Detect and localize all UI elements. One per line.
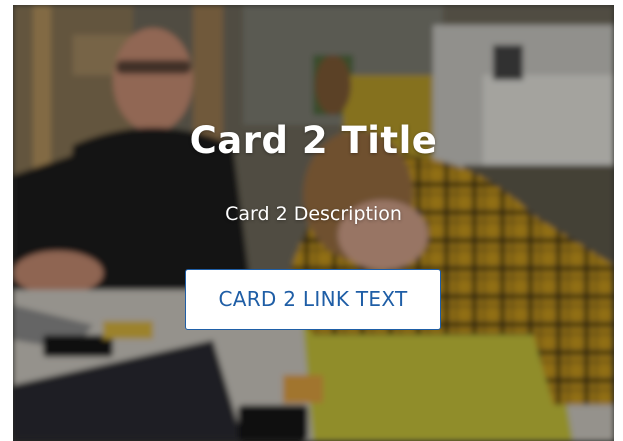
card-title: Card 2 Title [189, 119, 438, 162]
card-2: Card 2 Title Card 2 Description CARD 2 L… [13, 5, 614, 441]
card-description: Card 2 Description [225, 203, 402, 225]
card-content: Card 2 Title Card 2 Description CARD 2 L… [13, 5, 614, 441]
card-link-button[interactable]: CARD 2 LINK TEXT [185, 269, 441, 330]
